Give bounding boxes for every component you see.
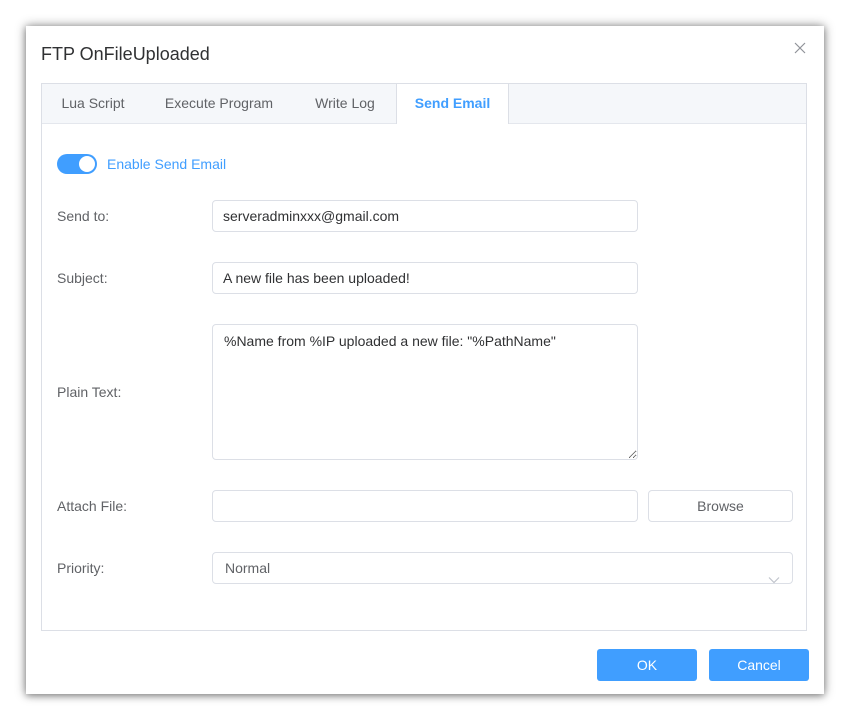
priority-selected-value: Normal xyxy=(225,560,271,576)
tab-bar: Lua Script Execute Program Write Log Sen… xyxy=(42,84,806,124)
toggle-knob xyxy=(79,156,95,172)
tab-write-log[interactable]: Write Log xyxy=(294,84,396,123)
plain-text-textarea[interactable]: %Name from %IP uploaded a new file: "%Pa… xyxy=(212,324,638,460)
browse-button[interactable]: Browse xyxy=(648,490,793,522)
priority-select[interactable]: Normal xyxy=(212,552,793,584)
cancel-button[interactable]: Cancel xyxy=(709,649,809,681)
dialog-title: FTP OnFileUploaded xyxy=(41,44,210,64)
dialog: FTP OnFileUploaded Lua Script Execute Pr… xyxy=(26,26,824,694)
tab-lua-script[interactable]: Lua Script xyxy=(42,84,144,123)
plain-text-label: Plain Text: xyxy=(57,384,122,400)
attach-file-input[interactable] xyxy=(212,490,638,522)
enable-send-email-toggle[interactable]: Enable Send Email xyxy=(57,154,226,174)
chevron-down-icon xyxy=(768,564,780,594)
priority-label: Priority: xyxy=(57,560,105,576)
subject-input[interactable] xyxy=(212,262,638,294)
ok-button[interactable]: OK xyxy=(597,649,697,681)
subject-label: Subject: xyxy=(57,270,108,286)
tab-send-email[interactable]: Send Email xyxy=(396,84,509,124)
toggle-switch[interactable] xyxy=(57,154,97,174)
send-to-label: Send to: xyxy=(57,208,110,224)
close-icon[interactable] xyxy=(792,40,808,56)
attach-file-label: Attach File: xyxy=(57,498,128,514)
send-to-input[interactable] xyxy=(212,200,638,232)
tab-execute-program[interactable]: Execute Program xyxy=(144,84,294,123)
tab-panel: Lua Script Execute Program Write Log Sen… xyxy=(41,83,807,631)
enable-send-email-label: Enable Send Email xyxy=(107,156,227,172)
